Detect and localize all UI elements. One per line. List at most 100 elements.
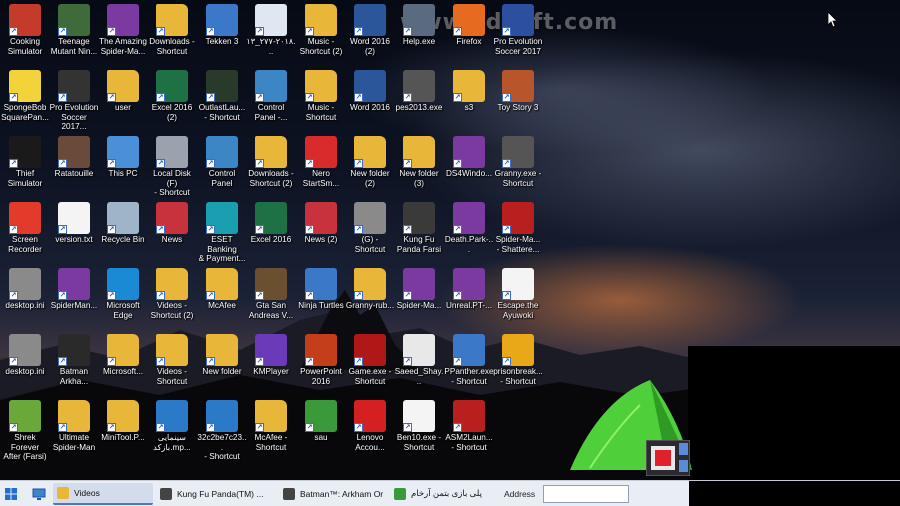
desktop-icon[interactable]: ↗ desktop.ini bbox=[0, 334, 50, 377]
desktop-icon[interactable]: ↗ ASM2Laun... - Shortcut bbox=[444, 400, 494, 452]
shortcut-arrow-icon: ↗ bbox=[255, 291, 264, 300]
desktop-icon[interactable]: ↗ This PC bbox=[98, 136, 148, 179]
desktop-icon[interactable]: ↗ Pro Evolution Soccer 2017 bbox=[493, 4, 543, 56]
desktop-icon[interactable]: ↗ Help.exe bbox=[394, 4, 444, 47]
desktop-icon[interactable]: ↗ KMPlayer bbox=[246, 334, 296, 377]
desktop-icon[interactable]: ↗ desktop.ini bbox=[0, 268, 50, 311]
desktop-icon[interactable]: ↗ News (2) bbox=[296, 202, 346, 245]
desktop-icon[interactable]: ↗ Local Disk (F) - Shortcut bbox=[147, 136, 197, 198]
desktop-icon[interactable]: ↗ version.txt bbox=[49, 202, 99, 245]
desktop-icon[interactable]: ↗ سینمایی بازکد.mp... bbox=[147, 400, 197, 452]
desktop-icon[interactable]: ↗ SpiderMan... bbox=[49, 268, 99, 311]
desktop-icon[interactable]: ↗ Screen Recorder bbox=[0, 202, 50, 254]
desktop-icon[interactable]: ↗ Ben10.exe - Shortcut bbox=[394, 400, 444, 452]
desktop-icon[interactable]: ↗ ٢٠١٨-٢٧٧_١٣... bbox=[246, 4, 296, 56]
taskbar-item[interactable]: Kung Fu Panda(TM) ... bbox=[156, 483, 276, 505]
desktop-icon[interactable]: ↗ Unreal.PT-... bbox=[444, 268, 494, 311]
desktop-icon-label: Spider-Ma... bbox=[396, 301, 442, 310]
desktop-icon[interactable]: ↗ user bbox=[98, 70, 148, 113]
shortcut-arrow-icon: ↗ bbox=[206, 93, 215, 102]
winrar-icon: ↗ bbox=[58, 268, 90, 300]
desktop-icon[interactable]: ↗ Death.Park-... bbox=[444, 202, 494, 254]
desktop-icon[interactable]: ↗ OutlastLau... - Shortcut bbox=[197, 70, 247, 122]
desktop-icon[interactable]: ↗ Tekken 3 bbox=[197, 4, 247, 47]
desktop-icon[interactable]: ↗ Gta San Andreas V... bbox=[246, 268, 296, 320]
shortcut-arrow-icon: ↗ bbox=[354, 423, 363, 432]
desktop-icon[interactable]: ↗ Granny.exe - Shortcut bbox=[493, 136, 543, 188]
desktop-icon[interactable]: ↗ Music - Shortcut bbox=[296, 70, 346, 122]
desktop-icon[interactable]: ↗ Music - Shortcut (2) bbox=[296, 4, 346, 56]
shortcut-arrow-icon: ↗ bbox=[453, 27, 462, 36]
desktop-icon[interactable]: ↗ Downloads - Shortcut (2) bbox=[246, 136, 296, 188]
desktop-icon[interactable]: ↗ Spider-Ma... bbox=[394, 268, 444, 311]
desktop-icon[interactable]: ↗ Saeed_Shay... bbox=[394, 334, 444, 386]
desktop-icon[interactable]: ↗ SpongeBob SquarePan... bbox=[0, 70, 50, 122]
recorder-stop-widget[interactable] bbox=[646, 440, 690, 476]
desktop-icon[interactable]: ↗ The Amazing Spider-Ma... bbox=[98, 4, 148, 56]
desktop-icon[interactable]: ↗ Nero StartSm... bbox=[296, 136, 346, 188]
desktop-icon[interactable]: ↗ Toy Story 3 bbox=[493, 70, 543, 113]
desktop-icon[interactable]: ↗ Spider-Ma... - Shattere... bbox=[493, 202, 543, 254]
desktop-icon[interactable]: ↗ Batman Arkha... bbox=[49, 334, 99, 386]
desktop-icon-label: News bbox=[161, 235, 183, 244]
show-desktop-button[interactable] bbox=[28, 483, 50, 505]
desktop-icon-label: Downloads - Shortcut (2) bbox=[248, 169, 294, 188]
desktop-icon-label: Ratatouille bbox=[54, 169, 94, 178]
mouse-cursor-icon bbox=[828, 12, 838, 28]
desktop-icon[interactable]: ↗ prisonbreak... - Shortcut bbox=[493, 334, 543, 386]
outlast-icon: ↗ bbox=[206, 70, 238, 102]
taskbar-item[interactable]: Videos bbox=[53, 482, 153, 505]
desktop-icon[interactable]: ↗ Granny-rub... bbox=[345, 268, 395, 311]
desktop-icon[interactable]: ↗ PowerPoint 2016 bbox=[296, 334, 346, 386]
desktop-icon[interactable]: ↗ Firefox bbox=[444, 4, 494, 47]
desktop-icon[interactable]: ↗ (G) - Shortcut bbox=[345, 202, 395, 254]
desktop-icon[interactable]: ↗ Thief Simulator bbox=[0, 136, 50, 188]
desktop-icon[interactable]: ↗ Microsoft... bbox=[98, 334, 148, 377]
desktop-icon[interactable]: ↗ Excel 2016 bbox=[246, 202, 296, 245]
desktop-icon[interactable]: ↗ Videos - Shortcut (2) bbox=[147, 268, 197, 320]
desktop-icon[interactable]: ↗ Lenovo Accou... bbox=[345, 400, 395, 452]
desktop-icon[interactable]: ↗ New folder (2) bbox=[345, 136, 395, 188]
desktop-icon[interactable]: ↗ Escape.the Ayuwoki bbox=[493, 268, 543, 320]
desktop-icon[interactable]: ↗ Control Panel -... bbox=[246, 70, 296, 122]
desktop-icon[interactable]: ↗ Pro Evolution Soccer 2017... bbox=[49, 70, 99, 132]
desktop-icon[interactable]: ↗ New folder bbox=[197, 334, 247, 377]
turtles-game-icon: ↗ bbox=[58, 4, 90, 36]
desktop-icon[interactable]: ↗ sau bbox=[296, 400, 346, 443]
desktop-icon[interactable]: ↗ Shrek Forever After (Farsi) bbox=[0, 400, 50, 462]
desktop-icon[interactable]: ↗ MiniTool.P... bbox=[98, 400, 148, 443]
desktop-icon[interactable]: ↗ McAfee - Shortcut bbox=[246, 400, 296, 452]
desktop-icon[interactable]: ↗ Kung Fu Panda Farsi bbox=[394, 202, 444, 254]
desktop-icon-label: Microsoft Edge bbox=[106, 301, 140, 320]
desktop-icon[interactable]: ↗ Game.exe - Shortcut bbox=[345, 334, 395, 386]
desktop-icon[interactable]: ↗ ESET Banking & Payment... bbox=[197, 202, 247, 264]
desktop-icon[interactable]: ↗ Ratatouille bbox=[49, 136, 99, 179]
desktop-icon[interactable]: ↗ DS4Windo... bbox=[444, 136, 494, 179]
desktop-icon[interactable]: ↗ McAfee bbox=[197, 268, 247, 311]
start-button[interactable] bbox=[0, 481, 22, 506]
desktop-icon[interactable]: ↗ PPanther.exe - Shortcut bbox=[444, 334, 494, 386]
desktop-icon[interactable]: ↗ Recycle Bin bbox=[98, 202, 148, 245]
desktop-icon[interactable]: ↗ Word 2016 (2) bbox=[345, 4, 395, 56]
desktop-icon[interactable]: ↗ Downloads - Shortcut bbox=[147, 4, 197, 56]
desktop-icon[interactable]: ↗ Control Panel bbox=[197, 136, 247, 188]
desktop-icon[interactable]: ↗ Ninja Turtles bbox=[296, 268, 346, 311]
taskbar-item[interactable]: Batman™: Arkham Or... bbox=[279, 483, 387, 505]
desktop-icon[interactable]: ↗ pes2013.exe bbox=[394, 70, 444, 113]
shortcut-arrow-icon: ↗ bbox=[206, 159, 215, 168]
desktop-icon-label: KMPlayer bbox=[253, 367, 289, 376]
taskbar-item[interactable]: گیم پلی بازی بتمن آرخام... bbox=[390, 483, 488, 505]
desktop-icon[interactable]: ↗ Teenage Mutant Nin... bbox=[49, 4, 99, 56]
desktop-icon[interactable]: ↗ Videos - Shortcut bbox=[147, 334, 197, 386]
desktop-icon[interactable]: ↗ Cooking Simulator bbox=[0, 4, 50, 56]
desktop-icon[interactable]: ↗ s3 bbox=[444, 70, 494, 113]
desktop-icon[interactable]: ↗ Excel 2016 (2) bbox=[147, 70, 197, 122]
desktop-icon[interactable]: ↗ Microsoft Edge bbox=[98, 268, 148, 320]
desktop-icon[interactable]: ↗ Ultimate Spider-Man bbox=[49, 400, 99, 452]
shortcut-arrow-icon: ↗ bbox=[58, 225, 67, 234]
desktop-icon[interactable]: ↗ 32c2be7c23... - Shortcut bbox=[197, 400, 247, 462]
desktop-icon[interactable]: ↗ New folder (3) bbox=[394, 136, 444, 188]
desktop-icon[interactable]: ↗ Word 2016 bbox=[345, 70, 395, 113]
desktop-icon[interactable]: ↗ News bbox=[147, 202, 197, 245]
address-input[interactable] bbox=[543, 484, 630, 503]
